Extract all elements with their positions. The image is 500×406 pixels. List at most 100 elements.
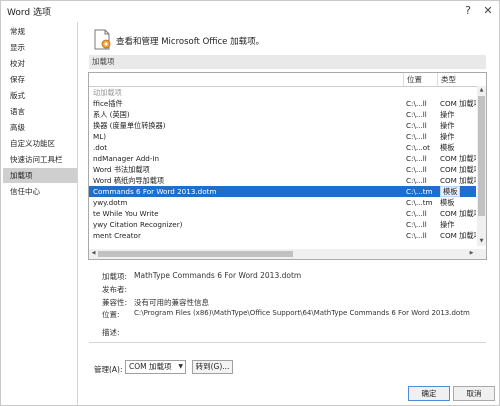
window-title: Word 选项 bbox=[7, 8, 51, 18]
sidebar-item-customize-ribbon[interactable]: 自定义功能区 bbox=[3, 136, 77, 151]
sidebar-item-proofing[interactable]: 校对 bbox=[3, 56, 77, 71]
cancel-button[interactable]: 取消 bbox=[453, 386, 495, 401]
row-name: Word 稿纸向导加载项 bbox=[93, 176, 165, 185]
table-row[interactable]: ndManager Add-In C:\...ll COM 加载项 bbox=[89, 153, 476, 164]
gear-document-icon bbox=[94, 29, 112, 51]
row-type-text: 模板 bbox=[440, 186, 461, 197]
row-type: 操作 bbox=[440, 220, 455, 229]
sidebar-item-label: 自定义功能区 bbox=[10, 139, 55, 148]
row-type: COM 加载项 bbox=[440, 154, 476, 163]
sidebar-item-general[interactable]: 常规 bbox=[3, 24, 77, 39]
row-type: COM 加载项 bbox=[440, 99, 476, 108]
horizontal-scroll-thumb[interactable] bbox=[98, 251, 293, 257]
vertical-scroll-thumb[interactable] bbox=[478, 96, 485, 216]
row-name: 系人 (英国) bbox=[93, 110, 130, 119]
table-row[interactable]: Word 稿纸向导加载项 C:\...ll COM 加载项 bbox=[89, 175, 476, 186]
table-row[interactable]: Word 书法加载项 C:\...ll COM 加载项 bbox=[89, 164, 476, 175]
scroll-down-icon[interactable]: ▼ bbox=[477, 237, 486, 246]
row-name: ffice插件 bbox=[93, 99, 123, 108]
sidebar-item-label: 高级 bbox=[10, 123, 25, 132]
detail-addin-label: 加载项: bbox=[102, 272, 128, 281]
help-button[interactable]: ? bbox=[461, 4, 475, 18]
column-header-location[interactable]: 位置 bbox=[404, 73, 438, 86]
ok-button[interactable]: 确定 bbox=[408, 386, 450, 401]
detail-desc-label: 描述: bbox=[102, 328, 120, 337]
row-name: ML) bbox=[93, 132, 107, 141]
row-type: COM 加载项 bbox=[440, 209, 476, 218]
header-description: 查看和管理 Microsoft Office 加载项。 bbox=[116, 37, 265, 47]
row-name: ment Creator bbox=[93, 231, 141, 240]
row-type: 模板 bbox=[440, 186, 476, 197]
table-row[interactable]: 系人 (英国) C:\...ll 操作 bbox=[89, 109, 476, 120]
table-row: 动加载项 bbox=[89, 87, 476, 98]
sidebar-item-label: 版式 bbox=[10, 91, 25, 100]
detail-compat-value: 没有可用的兼容性信息 bbox=[134, 298, 209, 307]
detail-compat-label: 兼容性: bbox=[102, 298, 128, 307]
row-type: 操作 bbox=[440, 132, 455, 141]
sidebar-item-advanced[interactable]: 高级 bbox=[3, 120, 77, 135]
row-name: ywy Citation Recognizer) bbox=[93, 220, 183, 229]
manage-select[interactable]: COM 加载项 ▼ bbox=[125, 360, 186, 374]
table-row[interactable]: .dot C:\...ot 模板 bbox=[89, 142, 476, 153]
vertical-scrollbar[interactable]: ▲ ▼ bbox=[477, 86, 486, 246]
row-name: 换器 (度量单位转换器) bbox=[93, 121, 166, 130]
scroll-left-icon[interactable]: ◀ bbox=[89, 249, 98, 258]
table-header: 位置 类型 bbox=[89, 73, 486, 87]
detail-location-value: C:\Program Files (x86)\MathType\Office S… bbox=[134, 309, 470, 317]
table-row[interactable]: 换器 (度量单位转换器) C:\...ll 操作 bbox=[89, 120, 476, 131]
go-button[interactable]: 转到(G)... bbox=[192, 360, 233, 374]
close-button[interactable]: ✕ bbox=[481, 4, 495, 18]
sidebar-item-label: 信任中心 bbox=[10, 187, 40, 196]
chevron-down-icon: ▼ bbox=[178, 363, 183, 370]
sidebar: 常规 显示 校对 保存 版式 语言 高级 自定义功能区 快速访问工具栏 加载项 … bbox=[3, 22, 78, 405]
scroll-up-icon[interactable]: ▲ bbox=[477, 86, 486, 95]
detail-location-label: 位置: bbox=[102, 310, 120, 319]
title-bar: Word 选项 ? ✕ bbox=[1, 1, 499, 21]
sidebar-item-label: 加载项 bbox=[10, 171, 33, 180]
addins-section-header: 加载项 bbox=[89, 55, 486, 69]
table-body: 动加载项 ffice插件 C:\...ll COM 加载项 系人 (英国) C:… bbox=[89, 86, 476, 246]
manage-label: 管理(A): bbox=[94, 365, 123, 374]
table-row[interactable]: ML) C:\...ll 操作 bbox=[89, 131, 476, 142]
detail-publisher-label: 发布者: bbox=[102, 285, 128, 294]
column-header-name[interactable] bbox=[89, 73, 404, 86]
sidebar-item-label: 快速访问工具栏 bbox=[10, 155, 63, 164]
sidebar-item-layout[interactable]: 版式 bbox=[3, 88, 77, 103]
row-name: ywy.dotm bbox=[93, 198, 128, 207]
row-type: 模板 bbox=[440, 198, 455, 207]
column-header-type[interactable]: 类型 bbox=[438, 73, 486, 86]
row-type: COM 加载项 bbox=[440, 176, 476, 185]
manage-select-value: COM 加载项 bbox=[129, 362, 172, 371]
row-name: 动加载项 bbox=[93, 88, 122, 97]
divider bbox=[89, 342, 486, 343]
table-row[interactable]: ment Creator C:\...ll COM 加载项 bbox=[89, 230, 476, 241]
sidebar-item-save[interactable]: 保存 bbox=[3, 72, 77, 87]
sidebar-item-quick-access[interactable]: 快速访问工具栏 bbox=[3, 152, 77, 167]
sidebar-item-trust-center[interactable]: 信任中心 bbox=[3, 184, 77, 199]
sidebar-item-display[interactable]: 显示 bbox=[3, 40, 77, 55]
table-row[interactable]: ywy Citation Recognizer) C:\...ll 操作 bbox=[89, 219, 476, 230]
sidebar-item-label: 校对 bbox=[10, 59, 25, 68]
table-row[interactable]: ffice插件 C:\...ll COM 加载项 bbox=[89, 98, 476, 109]
table-row[interactable]: ywy.dotm C:\...tm 模板 bbox=[89, 197, 476, 208]
row-name: te While You Write bbox=[93, 209, 159, 218]
sidebar-item-addins[interactable]: 加载项 bbox=[3, 168, 77, 183]
word-options-dialog: Word 选项 ? ✕ 常规 显示 校对 保存 版式 语言 高级 自定义功能区 … bbox=[0, 0, 500, 406]
table-row[interactable]: te While You Write C:\...ll COM 加载项 bbox=[89, 208, 476, 219]
table-row-selected[interactable]: Commands 6 For Word 2013.dotm C:\...tm 模… bbox=[89, 186, 476, 197]
row-type: 操作 bbox=[440, 121, 455, 130]
row-type: 操作 bbox=[440, 110, 455, 119]
scroll-right-icon[interactable]: ▶ bbox=[467, 249, 476, 258]
row-name: ndManager Add-In bbox=[93, 154, 160, 163]
detail-addin-value: MathType Commands 6 For Word 2013.dotm bbox=[134, 271, 302, 280]
row-type: COM 加载项 bbox=[440, 231, 476, 240]
sidebar-item-label: 保存 bbox=[10, 75, 25, 84]
addins-table: 位置 类型 动加载项 ffice插件 C:\...ll COM 加载项 系人 (… bbox=[88, 72, 487, 260]
row-type: COM 加载项 bbox=[440, 165, 476, 174]
sidebar-item-label: 显示 bbox=[10, 43, 25, 52]
row-name: Commands 6 For Word 2013.dotm bbox=[93, 187, 217, 196]
horizontal-scrollbar[interactable]: ◀ ▶ bbox=[89, 249, 486, 259]
sidebar-item-language[interactable]: 语言 bbox=[3, 104, 77, 119]
row-name: .dot bbox=[93, 143, 108, 152]
sidebar-item-label: 语言 bbox=[10, 107, 25, 116]
